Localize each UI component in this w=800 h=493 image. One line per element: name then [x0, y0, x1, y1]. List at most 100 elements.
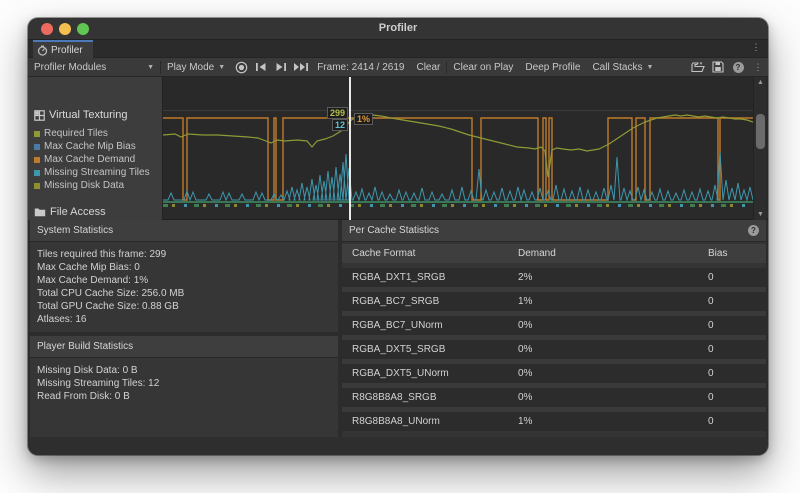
chevron-down-icon: ▼ — [147, 64, 154, 71]
cell-bias: 0 — [708, 272, 714, 283]
per-cache-statistics-header: Per Cache Statistics ? — [342, 220, 766, 242]
column-cache-format: Cache Format — [352, 248, 415, 259]
window-title: Profiler — [28, 22, 768, 34]
legend-item[interactable]: Max Cache Demand — [34, 153, 150, 166]
legend-swatch — [34, 170, 40, 176]
table-row[interactable]: RGBA_DXT5_SRGB0%0 — [342, 340, 766, 359]
play-mode-dropdown[interactable]: Play Mode ▼ — [161, 58, 231, 77]
previous-frame-icon — [255, 62, 267, 72]
clear-on-play-toggle[interactable]: Clear on Play — [447, 58, 519, 77]
save-profile-button[interactable] — [708, 58, 728, 77]
tab-bar-menu-icon[interactable]: ⋮ — [750, 43, 762, 52]
current-frame-button[interactable] — [291, 58, 311, 77]
per-cache-table: RGBA_DXT1_SRGB2%0RGBA_BC7_SRGB1%0RGBA_BC… — [342, 268, 766, 431]
playhead-line — [349, 204, 351, 220]
table-row[interactable]: RGBA_DXT1_SRGB 2% 0 — [342, 268, 766, 287]
folder-icon — [34, 207, 46, 217]
tab-profiler[interactable]: Profiler — [33, 40, 93, 58]
cell-demand: 0% — [518, 392, 532, 403]
legend-item[interactable]: Max Cache Mip Bias — [34, 140, 150, 153]
legend-label: Missing Streaming Tiles — [44, 167, 150, 178]
table-row[interactable]: RGBA_BC7_UNorm 0% 0 — [342, 316, 766, 335]
legend-swatch — [34, 157, 40, 163]
call-stacks-dropdown[interactable]: Call Stacks ▼ — [586, 58, 659, 77]
table-row[interactable]: RGBA_BC7_SRGB1%0 — [342, 292, 766, 311]
table-row[interactable]: R8G8B8A8_SRGB 0% 0 — [342, 388, 766, 407]
stat-line: Total CPU Cache Size: 256.0 MB — [37, 287, 331, 300]
legend-item[interactable]: Missing Streaming Tiles — [34, 166, 150, 179]
legend-swatch — [34, 131, 40, 137]
cell-demand: 0% — [518, 320, 532, 331]
cell-cache-format: RGBA_BC7_SRGB — [352, 296, 439, 307]
cell-demand: 1% — [518, 296, 532, 307]
module-virtual-texturing[interactable]: Virtual Texturing — [34, 109, 127, 121]
scrollbar-thumb[interactable] — [756, 114, 765, 149]
floppy-disk-icon — [712, 61, 724, 73]
help-icon: ? — [733, 62, 744, 73]
toolbar: Profiler Modules ▼ Play Mode ▼ — [28, 58, 768, 77]
system-statistics-header: System Statistics — [30, 220, 338, 242]
stat-line: Max Cache Demand: 1% — [37, 274, 331, 287]
module-file-access-row: File Access — [28, 204, 768, 220]
legend-item[interactable]: Required Tiles — [34, 127, 150, 140]
system-statistics-body: Tiles required this frame: 299 Max Cache … — [30, 242, 338, 332]
record-icon — [235, 61, 248, 74]
column-bias: Bias — [708, 248, 727, 259]
cell-cache-format: R8G8B8A8_SRGB — [352, 392, 437, 403]
window-bottom-strip — [28, 437, 768, 455]
chart-gridline — [163, 110, 753, 111]
virtual-texturing-legend: Required TilesMax Cache Mip Bias Max Cach… — [34, 127, 150, 192]
tab-bar: Profiler ⋮ — [28, 40, 768, 58]
help-button[interactable]: ? — [728, 58, 748, 77]
playhead-line[interactable] — [349, 77, 351, 204]
cell-bias: 0 — [708, 368, 714, 379]
profiler-window: Profiler Profiler ⋮ Profiler Modules ▼ P… — [28, 18, 768, 455]
clear-button[interactable]: Clear — [410, 58, 446, 77]
cell-cache-format: R8G8B8A8_UNorm — [352, 416, 440, 427]
stat-line: Tiles required this frame: 299 — [37, 248, 331, 261]
stat-line: Total GPU Cache Size: 0.88 GB — [37, 300, 331, 313]
next-frame-button[interactable] — [271, 58, 291, 77]
previous-frame-button[interactable] — [251, 58, 271, 77]
legend-swatch — [34, 144, 40, 150]
cell-bias: 0 — [708, 320, 714, 331]
player-build-statistics-header: Player Build Statistics — [30, 336, 338, 358]
help-icon[interactable]: ? — [748, 225, 759, 236]
column-demand: Demand — [518, 248, 556, 259]
cell-cache-format: RGBA_BC7_UNorm — [352, 320, 443, 331]
legend-item[interactable]: Missing Disk Data — [34, 179, 150, 192]
player-build-statistics-body: Missing Disk Data: 0 BMissing Streaming … — [30, 358, 338, 437]
deep-profile-toggle[interactable]: Deep Profile — [519, 58, 586, 77]
cell-bias: 0 — [708, 416, 714, 427]
cell-bias: 0 — [708, 392, 714, 403]
table-row[interactable]: RGBA_DXT5_UNorm 0% 0 — [342, 364, 766, 383]
cell-demand: 2% — [518, 272, 532, 283]
last-frame-icon — [293, 62, 309, 72]
cell-bias: 0 — [708, 344, 714, 355]
module-file-access[interactable]: File Access — [28, 204, 163, 220]
cell-cache-format: RGBA_DXT5_SRGB — [352, 344, 445, 355]
system-statistics-pane: System Statistics Tiles required this fr… — [30, 220, 338, 437]
cell-demand: 0% — [518, 368, 532, 379]
scroll-up-icon[interactable]: ▲ — [754, 79, 767, 86]
modules-scrollbar[interactable]: ▲ ▼ — [753, 77, 766, 220]
virtual-texturing-chart[interactable]: 299 12 1% — [163, 77, 753, 204]
stat-line: Missing Disk Data: 0 B — [37, 364, 331, 377]
legend-label: Max Cache Mip Bias — [44, 141, 136, 152]
profiler-modules-dropdown[interactable]: Profiler Modules ▼ — [28, 58, 160, 77]
toolbar-menu-icon[interactable]: ⋮ — [748, 58, 768, 77]
chevron-down-icon: ▼ — [218, 64, 225, 71]
record-button[interactable] — [231, 58, 251, 77]
legend-swatch — [34, 183, 40, 189]
cell-cache-format: RGBA_DXT1_SRGB — [352, 272, 445, 283]
load-profile-button[interactable] — [688, 58, 708, 77]
file-access-mini-chart[interactable] — [163, 204, 751, 207]
table-row[interactable]: R8G8B8A8_UNorm1%0 — [342, 412, 766, 431]
tab-label: Profiler — [51, 45, 83, 56]
scroll-down-icon[interactable]: ▼ — [754, 211, 767, 218]
cell-cache-format: RGBA_DXT5_UNorm — [352, 368, 449, 379]
titlebar: Profiler — [28, 18, 768, 40]
folder-open-icon — [691, 62, 705, 73]
chevron-down-icon: ▼ — [646, 64, 653, 71]
legend-label: Max Cache Demand — [44, 154, 135, 165]
